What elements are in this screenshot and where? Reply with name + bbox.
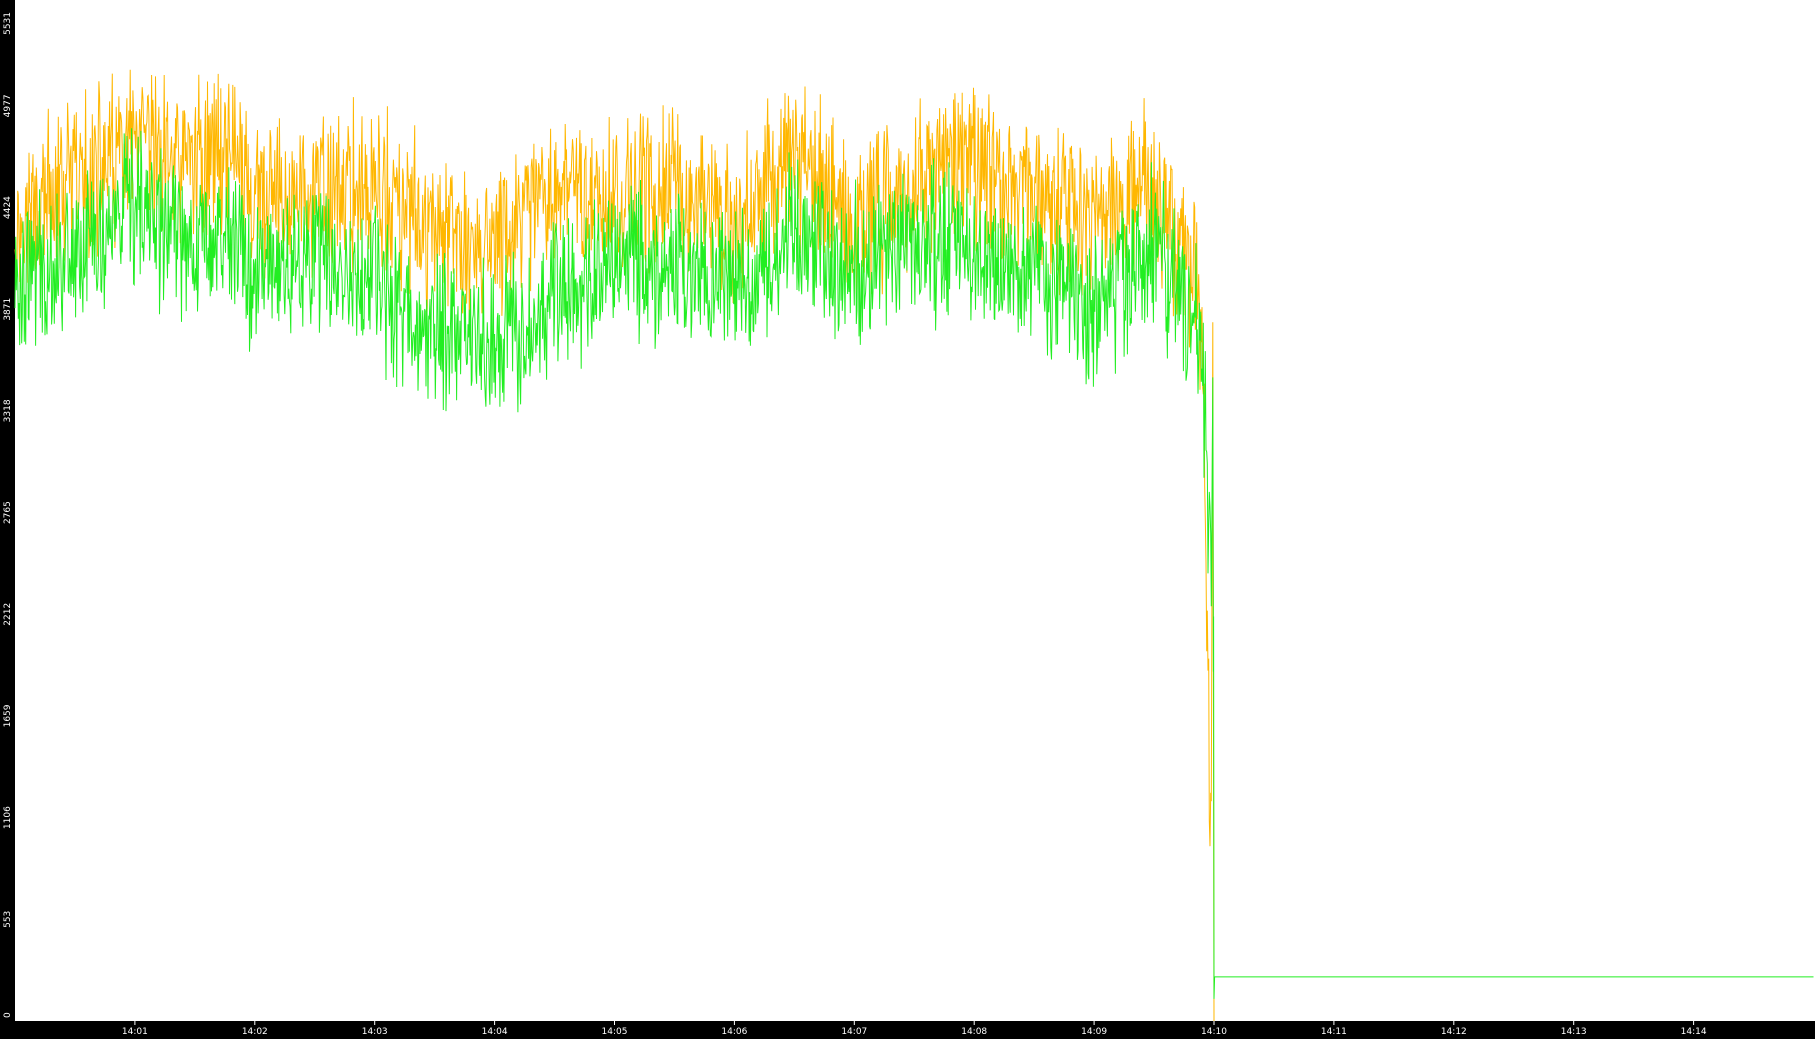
y-tick-label: 1106 <box>3 806 13 829</box>
x-tick-label: 14:06 <box>721 1027 747 1037</box>
x-axis-band <box>0 1021 1815 1039</box>
x-tick-label: 14:01 <box>122 1027 148 1037</box>
x-tick-label: 14:07 <box>841 1027 867 1037</box>
x-tick-label: 14:02 <box>242 1027 268 1037</box>
x-tick-label: 14:09 <box>1081 1027 1107 1037</box>
y-tick-label: 3318 <box>3 399 13 422</box>
y-tick-label: 2765 <box>3 501 13 524</box>
x-tick-label: 14:04 <box>482 1027 508 1037</box>
x-tick-label: 14:14 <box>1681 1027 1707 1037</box>
x-tick-label: 14:11 <box>1321 1027 1347 1037</box>
y-tick-label: 3871 <box>3 298 13 321</box>
y-tick-label: 5531 <box>3 12 13 35</box>
y-tick-label: 4977 <box>3 94 13 117</box>
plot-background <box>0 0 1815 1039</box>
x-tick-label: 14:05 <box>602 1027 628 1037</box>
y-tick-label: 1659 <box>3 704 13 727</box>
x-tick-label: 14:13 <box>1561 1027 1587 1037</box>
y-tick-label: 2212 <box>3 603 13 626</box>
y-tick-label: 0 <box>3 1012 13 1018</box>
x-tick-label: 14:08 <box>961 1027 987 1037</box>
x-tick-label: 14:12 <box>1441 1027 1467 1037</box>
y-tick-label: 4424 <box>3 196 13 219</box>
x-tick-label: 14:03 <box>362 1027 388 1037</box>
x-tick-label: 14:10 <box>1201 1027 1227 1037</box>
y-tick-label: 553 <box>3 911 13 928</box>
line-chart: 0 553 1106 1659 2212 2765 3318 3871 4424 4977 5531… <box>0 0 1815 1039</box>
